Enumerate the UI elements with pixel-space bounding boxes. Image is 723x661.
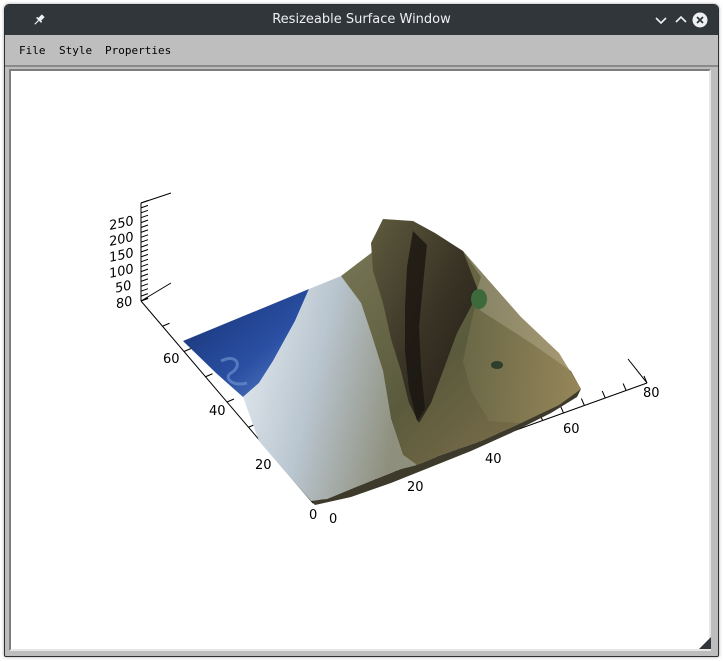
axis-tick bbox=[140, 258, 149, 263]
axis-tick bbox=[140, 200, 149, 204]
surface-lake bbox=[471, 289, 487, 309]
axis-tick bbox=[622, 383, 627, 391]
axis-tick bbox=[560, 405, 564, 414]
maximize-chevron-icon[interactable] bbox=[672, 11, 690, 29]
menu-properties[interactable]: Properties bbox=[105, 43, 171, 59]
axis-tick bbox=[140, 214, 149, 219]
axis-tick bbox=[140, 273, 149, 277]
axis-tick bbox=[226, 398, 235, 403]
x-tick-label: 0 bbox=[329, 512, 337, 527]
y-tick-label: 0 bbox=[309, 508, 317, 523]
axis-tick bbox=[580, 398, 585, 406]
resize-grip-icon[interactable] bbox=[699, 637, 711, 649]
menu-file[interactable]: File bbox=[19, 43, 46, 59]
axis-tick bbox=[183, 348, 192, 352]
axis-tick bbox=[140, 268, 149, 273]
window-title: Resizeable Surface Window bbox=[272, 12, 451, 27]
z-axis-ticks bbox=[140, 200, 149, 302]
x-tick-label: 20 bbox=[407, 480, 424, 495]
axis-tick bbox=[140, 229, 149, 233]
axis-tick bbox=[162, 322, 170, 327]
surface-plot[interactable]: 80 50 100 150 200 250 0 20 40 60 0 20 40… bbox=[11, 71, 709, 649]
y-tick-label: 20 bbox=[255, 458, 272, 473]
title-bar[interactable]: Resizeable Surface Window bbox=[5, 5, 718, 35]
axis-tick bbox=[140, 278, 149, 282]
surface-mesh bbox=[183, 219, 581, 505]
axis-tick bbox=[601, 390, 606, 399]
x-tick-label: 60 bbox=[563, 422, 580, 437]
axis-tick bbox=[205, 373, 213, 378]
close-icon[interactable] bbox=[691, 11, 709, 29]
axis-tick bbox=[140, 249, 149, 253]
axis-tick bbox=[140, 234, 149, 238]
app-window: Resizeable Surface Window File Style Pro… bbox=[4, 4, 719, 657]
surface-reservoir bbox=[491, 361, 503, 369]
minimize-chevron-icon[interactable] bbox=[652, 11, 670, 29]
z-tick-label: 80 bbox=[115, 294, 134, 312]
axis-tick bbox=[140, 253, 149, 258]
axis-tick bbox=[140, 288, 149, 292]
axis-tick bbox=[140, 293, 149, 297]
axis-tick bbox=[140, 209, 149, 214]
y-tick-label: 60 bbox=[163, 352, 180, 367]
axis-tick bbox=[140, 283, 149, 287]
surface-east-slope bbox=[463, 251, 581, 423]
x-tick-label: 40 bbox=[485, 452, 502, 467]
axis-tick bbox=[140, 224, 149, 228]
axis-tick bbox=[140, 263, 149, 268]
x-tick-label: 80 bbox=[643, 386, 660, 401]
axis-tick bbox=[140, 239, 149, 243]
y-tick-label: 40 bbox=[209, 404, 226, 419]
axis-tick bbox=[140, 219, 149, 224]
menu-bar: File Style Properties bbox=[5, 35, 718, 67]
z-tick-labels: 80 50 100 150 200 250 bbox=[108, 214, 135, 312]
menu-style[interactable]: Style bbox=[59, 43, 92, 59]
axis-tick bbox=[140, 204, 149, 209]
axis-tick bbox=[140, 244, 149, 248]
surface-canvas[interactable]: 80 50 100 150 200 250 0 20 40 60 0 20 40… bbox=[9, 69, 711, 651]
